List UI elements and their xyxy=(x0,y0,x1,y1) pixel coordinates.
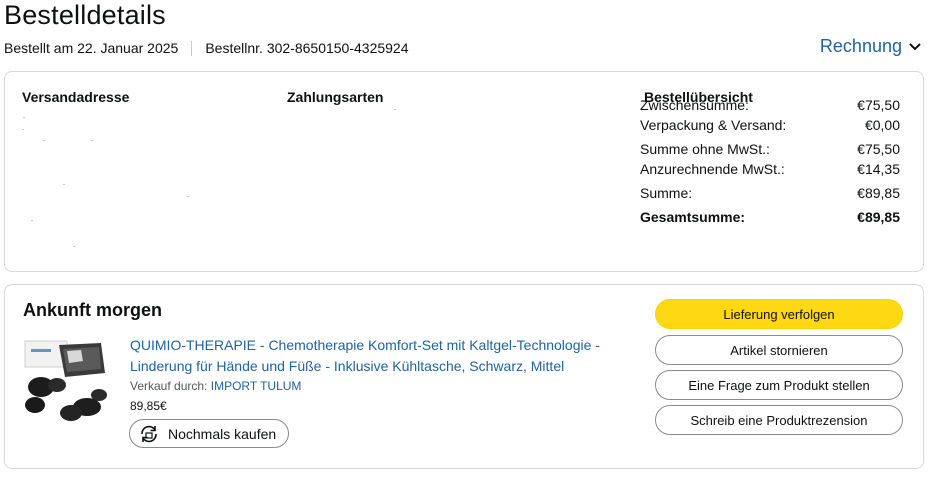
shipping-heading: Versandadresse xyxy=(22,89,130,105)
seller-link[interactable]: IMPORT TULUM xyxy=(211,379,302,393)
payment-heading: Zahlungsarten xyxy=(287,89,384,105)
redacted-mark xyxy=(394,109,396,110)
redacted-mark xyxy=(43,140,45,141)
redacted-mark xyxy=(31,220,33,221)
summary-row: Anzurechnende MwSt.: €14,35 xyxy=(640,161,900,177)
delivery-status: Ankunft morgen xyxy=(23,300,162,320)
product-title-link[interactable]: QUIMIO-THERAPIE - Chemotherapie Komfort-… xyxy=(130,335,630,377)
buy-again-button[interactable]: Nochmals kaufen xyxy=(129,419,290,448)
redacted-mark xyxy=(73,246,75,247)
chevron-down-icon xyxy=(909,42,921,50)
rebuy-icon xyxy=(141,425,157,442)
cancel-item-button[interactable]: Artikel stornieren xyxy=(655,335,903,365)
shipment-card: Ankunft morgen QUIMIO-THERAPIE - Chemoth… xyxy=(4,284,924,469)
summary-total-row: Gesamtsumme: €89,85 xyxy=(640,209,900,225)
write-review-button[interactable]: Schreib eine Produktrezension xyxy=(655,405,903,435)
divider xyxy=(191,40,193,56)
track-package-button[interactable]: Lieferung verfolgen xyxy=(655,299,903,329)
product-thumbnail[interactable] xyxy=(21,337,109,427)
seller-prefix: Verkauf durch: xyxy=(130,379,208,393)
redacted-mark xyxy=(22,129,24,130)
redacted-mark xyxy=(63,184,65,185)
order-meta: Bestellt am 22. Januar 2025 Bestellnr. 3… xyxy=(4,40,409,56)
buy-again-label: Nochmals kaufen xyxy=(168,425,277,442)
redacted-mark xyxy=(187,196,189,197)
order-date: Bestellt am 22. Januar 2025 xyxy=(4,40,179,56)
redacted-mark xyxy=(23,117,25,118)
invoice-dropdown[interactable]: Rechnung xyxy=(820,36,922,57)
summary-row: Summe ohne MwSt.: €75,50 xyxy=(640,141,900,157)
invoice-label: Rechnung xyxy=(819,36,902,56)
redacted-mark xyxy=(91,140,93,141)
summary-row: Zwischensumme: €75,50 xyxy=(640,97,900,113)
summary-row: Verpackung & Versand: €0,00 xyxy=(640,117,900,133)
summary-row: Summe: €89,85 xyxy=(640,185,900,201)
product-question-button[interactable]: Eine Frage zum Produkt stellen xyxy=(655,370,903,400)
page-title: Bestelldetails xyxy=(4,0,166,30)
order-summary: Zwischensumme: €75,50 Verpackung & Versa… xyxy=(640,95,900,227)
product-price: 89,85€ xyxy=(130,399,167,413)
order-number: Bestellnr. 302-8650150-4325924 xyxy=(205,40,409,56)
seller-info: Verkauf durch: IMPORT TULUM xyxy=(130,379,301,393)
